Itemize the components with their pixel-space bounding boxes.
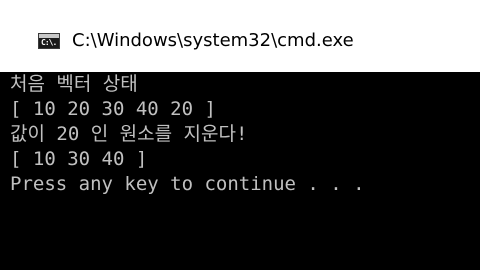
console-line-3: 값이 20 인 원소를 지운다! [10,123,248,145]
console-line-2: [ 10 20 30 40 20 ] [10,98,216,120]
cmd-icon[interactable]: C:\. [38,33,60,49]
console-line-5: Press any key to continue . . . [10,173,365,195]
console-line-1: 처음 벡터 상태 [10,73,138,95]
console-lines: 처음 벡터 상태 [ 10 20 30 40 20 ] 값이 20 인 원소를 … [10,72,470,197]
window-title: C:\Windows\system32\cmd.exe [72,30,354,51]
cmd-window: C:\. C:\Windows\system32\cmd.exe 처음 벡터 상… [0,0,480,270]
title-bar[interactable]: C:\. C:\Windows\system32\cmd.exe [0,0,480,72]
console-output[interactable]: 처음 벡터 상태 [ 10 20 30 40 20 ] 값이 20 인 원소를 … [0,72,480,270]
cmd-icon-glyph: C:\. [41,38,57,47]
console-line-4: [ 10 30 40 ] [10,148,148,170]
